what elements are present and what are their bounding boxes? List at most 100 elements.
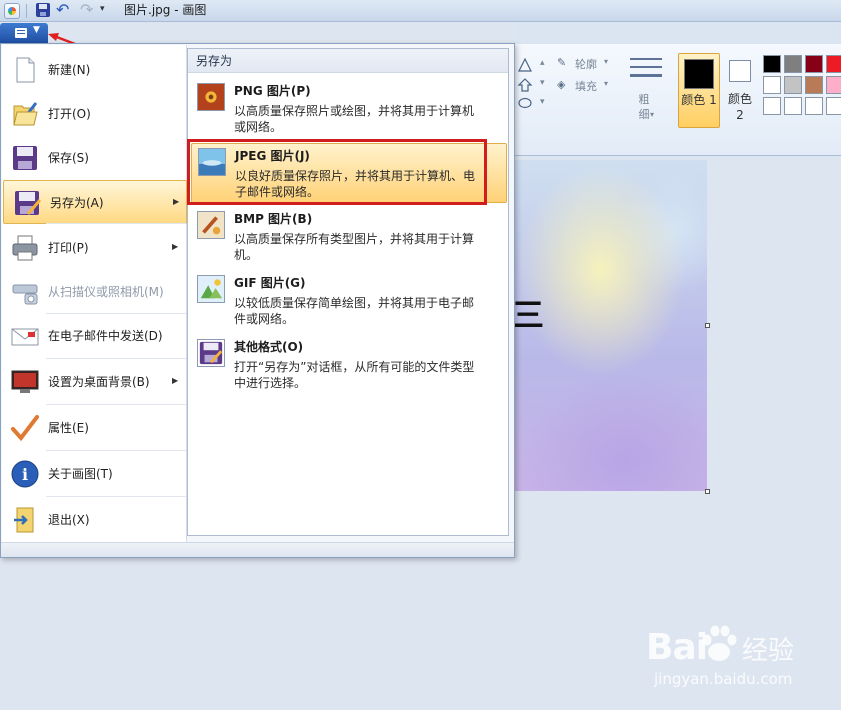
menu-item-print[interactable]: 打印(P) ▶	[2, 226, 187, 270]
menu-divider	[46, 223, 186, 224]
submenu-header: 另存为	[188, 49, 508, 73]
triangle-shape-icon[interactable]	[518, 58, 532, 72]
menu-divider	[46, 496, 186, 497]
fill-bucket-icon: ◈	[557, 78, 566, 91]
color2-label: 颜色 2	[727, 92, 752, 122]
menu-item-label: 打开(O)	[48, 107, 91, 121]
desktop-background-icon	[11, 370, 39, 393]
menu-item-open[interactable]: 打开(O)	[2, 92, 187, 136]
palette-color-swatch[interactable]	[784, 97, 802, 115]
palette-color-swatch[interactable]	[826, 76, 841, 94]
menu-item-label: 设置为桌面背景(B)	[48, 375, 150, 389]
size-dropdown-icon[interactable]: ▾	[650, 110, 654, 119]
resize-handle-corner[interactable]	[705, 489, 710, 494]
shapes-more-icon[interactable]: ▾	[540, 97, 545, 107]
palette-color-swatch[interactable]	[763, 76, 781, 94]
undo-icon[interactable]: ↶	[56, 1, 69, 19]
menu-item-label: 关于画图(T)	[48, 467, 113, 481]
svg-text:i: i	[22, 465, 28, 484]
save-as-gif[interactable]: GIF 图片(G) 以较低质量保存简单绘图，并将其用于电子邮件或网络。	[191, 271, 507, 331]
fill-dropdown-icon[interactable]: ▾	[604, 79, 608, 88]
menu-item-label: 在电子邮件中发送(D)	[48, 329, 163, 343]
outline-label[interactable]: 轮廓	[575, 56, 597, 72]
paint-menu-icon	[15, 28, 27, 38]
paint-app-icon[interactable]	[4, 3, 20, 19]
menu-item-email[interactable]: 在电子邮件中发送(D)	[2, 314, 187, 358]
submenu-arrow-icon: ▶	[172, 376, 179, 385]
line-size-icon[interactable]	[630, 58, 662, 84]
chevron-down-icon: ▼	[33, 25, 40, 35]
fill-label[interactable]: 填充	[575, 78, 597, 94]
menu-item-label: 新建(N)	[48, 63, 91, 77]
menu-item-label: 属性(E)	[48, 421, 89, 435]
format-title: BMP 图片(B)	[234, 212, 313, 226]
palette-color-swatch[interactable]	[826, 97, 841, 115]
save-as-other-format[interactable]: 其他格式(O) 打开“另存为”对话框，从所有可能的文件类型中进行选择。	[191, 335, 507, 395]
format-title: 其他格式(O)	[234, 340, 304, 354]
outline-pen-icon: ✎	[557, 56, 567, 69]
save-as-icon	[15, 191, 42, 215]
format-title: PNG 图片(P)	[234, 84, 311, 98]
menu-divider	[46, 450, 186, 451]
submenu-arrow-icon: ▶	[172, 242, 179, 251]
arrow-shape-icon[interactable]	[518, 78, 532, 92]
menu-item-label: 从扫描仪或照相机(M)	[48, 285, 164, 299]
shapes-scroll-down-icon[interactable]: ▾	[540, 78, 545, 88]
printer-icon	[12, 235, 38, 261]
palette-color-swatch[interactable]	[763, 97, 781, 115]
palette-color-swatch[interactable]	[784, 76, 802, 94]
shapes-scroll-up-icon[interactable]: ▴	[540, 58, 545, 68]
format-description: 以高质量保存所有类型图片，并将其用于计算机。	[234, 232, 475, 262]
menu-item-save-as[interactable]: 另存为(A) ▶	[3, 180, 187, 224]
other-format-icon	[197, 339, 225, 367]
menu-item-label: 另存为(A)	[50, 196, 104, 210]
menu-item-exit[interactable]: 退出(X)	[2, 498, 187, 542]
gif-image-icon	[197, 275, 225, 303]
watermark-logo-suffix: 经验	[742, 636, 795, 666]
menu-item-label: 退出(X)	[48, 513, 90, 527]
ribbon-tab-bar	[515, 22, 841, 44]
bmp-image-icon	[197, 211, 225, 239]
palette-color-swatch[interactable]	[805, 55, 823, 73]
save-icon	[13, 146, 37, 170]
palette-color-swatch[interactable]	[763, 55, 781, 73]
menu-item-scanner[interactable]: 从扫描仪或照相机(M)	[2, 270, 187, 314]
redo-icon[interactable]: ↷	[80, 1, 93, 19]
title-bar: ↶ ↷ ▾ 图片.jpg - 画图	[0, 0, 841, 22]
menu-item-desktop-background[interactable]: 设置为桌面背景(B) ▶	[2, 360, 187, 404]
outline-dropdown-icon[interactable]: ▾	[604, 57, 608, 66]
resize-handle-right[interactable]	[705, 323, 710, 328]
palette-color-swatch[interactable]	[805, 97, 823, 115]
png-image-icon	[197, 83, 225, 111]
menu-divider	[46, 358, 186, 359]
customize-dropdown-icon[interactable]: ▾	[100, 4, 105, 14]
format-title: GIF 图片(G)	[234, 276, 306, 290]
exit-icon	[14, 507, 34, 533]
callout-shape-icon[interactable]	[518, 97, 532, 111]
quick-save-icon[interactable]	[36, 3, 50, 17]
paint-menu-button[interactable]: ▼	[0, 23, 48, 43]
menu-item-label: 保存(S)	[48, 151, 89, 165]
annotation-highlight-box	[187, 139, 487, 205]
palette-color-swatch[interactable]	[784, 55, 802, 73]
menu-item-new[interactable]: 新建(N)	[2, 48, 187, 92]
menu-item-about[interactable]: i 关于画图(T)	[2, 452, 187, 496]
baidu-paw-icon	[702, 625, 737, 661]
info-icon: i	[11, 460, 39, 488]
palette-color-swatch[interactable]	[805, 76, 823, 94]
scanner-icon	[12, 284, 38, 305]
menu-item-properties[interactable]: 属性(E)	[2, 406, 187, 450]
color1-button[interactable]: 颜色 1	[678, 53, 720, 128]
format-description: 以高质量保存照片或绘图，并将其用于计算机或网络。	[234, 104, 475, 134]
menu-item-save[interactable]: 保存(S)	[2, 136, 187, 180]
divider	[26, 4, 27, 18]
menu-item-label: 打印(P)	[48, 241, 89, 255]
window-title: 图片.jpg - 画图	[124, 3, 207, 17]
save-as-bmp[interactable]: BMP 图片(B) 以高质量保存所有类型图片，并将其用于计算机。	[191, 207, 507, 267]
submenu-header-label: 另存为	[196, 54, 233, 68]
save-as-png[interactable]: PNG 图片(P) 以高质量保存照片或绘图，并将其用于计算机或网络。	[191, 79, 507, 139]
palette-color-swatch[interactable]	[826, 55, 841, 73]
format-description: 以较低质量保存简单绘图，并将其用于电子邮件或网络。	[234, 296, 475, 326]
color2-button[interactable]: 颜色 2	[726, 58, 756, 128]
checkmark-icon	[11, 415, 39, 442]
